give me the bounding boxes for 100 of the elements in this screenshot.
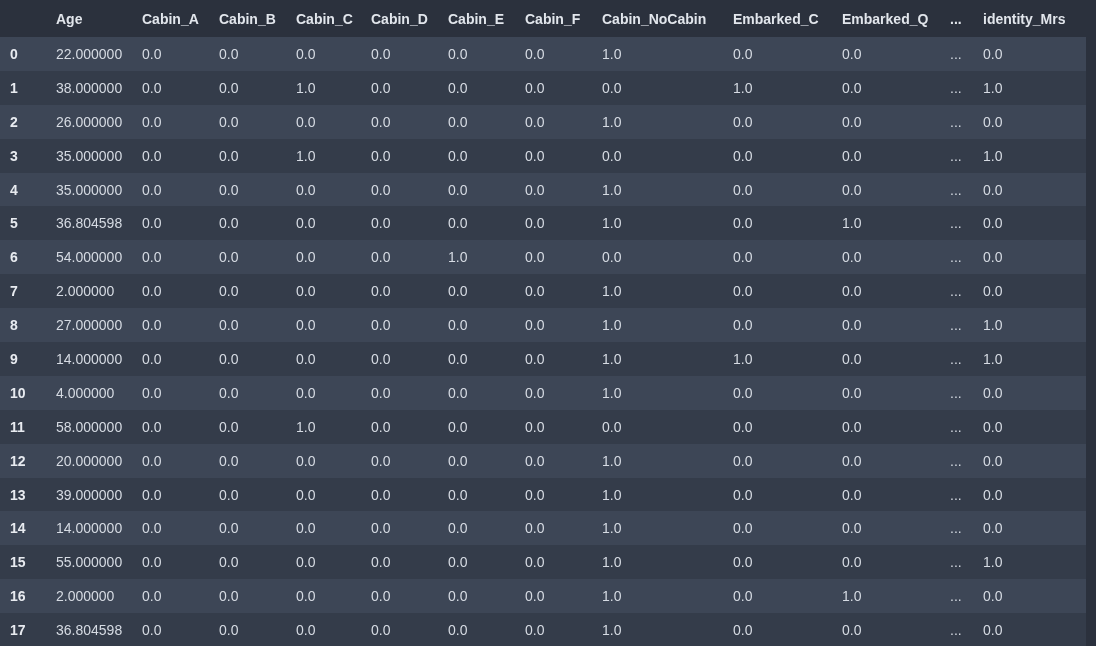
table-cell: ... xyxy=(940,138,973,173)
table-cell: 0.0 xyxy=(132,511,209,546)
table-cell: 0.0 xyxy=(209,613,286,646)
table-cell: 0.0 xyxy=(438,342,515,376)
table-cell: 0.0 xyxy=(209,579,286,614)
table-cell: 0.0 xyxy=(132,138,209,173)
table-cell: 0.0 xyxy=(723,104,832,139)
table-cell: 0.0 xyxy=(209,70,286,105)
table-cell: ... xyxy=(940,613,973,646)
table-cell: 0.0 xyxy=(209,342,286,376)
table-cell: 1.0 xyxy=(286,409,361,444)
table-cell: 0.0 xyxy=(132,375,209,410)
table-cell: 0.0 xyxy=(438,613,515,646)
table-cell: 0.0 xyxy=(361,375,438,410)
table-cell: 0.0 xyxy=(723,37,832,71)
table-cell: 0.0 xyxy=(132,172,209,207)
table-cell: 1.0 xyxy=(592,579,723,614)
table-cell: 0.0 xyxy=(361,342,438,376)
table-cell: 0.0 xyxy=(209,37,286,71)
table-cell: 0.0 xyxy=(723,138,832,173)
table-cell: 0.0 xyxy=(515,613,592,646)
table-cell: 0.0 xyxy=(361,240,438,275)
row-index: 15 xyxy=(0,545,46,580)
table-cell: 0.0 xyxy=(361,579,438,614)
table-cell: ... xyxy=(940,206,973,241)
table-cell: 0.0 xyxy=(973,409,1086,444)
table-cell: ... xyxy=(940,443,973,478)
row-index: 12 xyxy=(0,443,46,478)
table-cell: 0.0 xyxy=(286,511,361,546)
table-cell: 1.0 xyxy=(832,579,940,614)
table-cell: 0.0 xyxy=(438,443,515,478)
table-cell: 0.0 xyxy=(209,545,286,580)
table-cell: 36.804598 xyxy=(46,206,132,241)
table-cell: 0.0 xyxy=(832,240,940,275)
table-cell: 1.0 xyxy=(832,206,940,241)
row-index: 3 xyxy=(0,138,46,173)
table-cell: 0.0 xyxy=(361,138,438,173)
table-cell: 36.804598 xyxy=(46,613,132,646)
table-cell: 0.0 xyxy=(132,274,209,309)
table-cell: 0.0 xyxy=(361,409,438,444)
table-cell: 0.0 xyxy=(973,613,1086,646)
table-cell: 0.0 xyxy=(723,308,832,342)
table-cell: 0.0 xyxy=(132,342,209,376)
table-cell: 0.0 xyxy=(723,511,832,546)
table-cell: 0.0 xyxy=(832,70,940,105)
table-cell: 0.0 xyxy=(286,342,361,376)
table-cell: 0.0 xyxy=(515,138,592,173)
table-cell: 0.0 xyxy=(973,443,1086,478)
table-cell: 1.0 xyxy=(592,308,723,342)
table-cell: 0.0 xyxy=(723,545,832,580)
table-cell: 0.0 xyxy=(361,308,438,342)
table-cell: 0.0 xyxy=(515,545,592,580)
table-cell: 0.0 xyxy=(209,511,286,546)
table-cell: ... xyxy=(940,511,973,546)
table-cell: 1.0 xyxy=(723,70,832,105)
table-cell: 0.0 xyxy=(286,240,361,275)
table-cell: 0.0 xyxy=(832,37,940,71)
table-cell: 0.0 xyxy=(832,375,940,410)
table-cell: 0.0 xyxy=(209,240,286,275)
table-cell: 0.0 xyxy=(209,104,286,139)
table-cell: 0.0 xyxy=(973,579,1086,614)
table-cell: 1.0 xyxy=(973,70,1086,105)
table-cell: 0.0 xyxy=(723,206,832,241)
table-cell: 0.0 xyxy=(515,172,592,207)
table-cell: 0.0 xyxy=(361,206,438,241)
table-cell: 0.0 xyxy=(973,37,1086,71)
table-cell: 0.0 xyxy=(361,545,438,580)
table-cell: 0.0 xyxy=(286,274,361,309)
table-cell: 0.0 xyxy=(209,477,286,512)
table-cell: 0.0 xyxy=(973,104,1086,139)
table-cell: 0.0 xyxy=(361,172,438,207)
table-cell: 1.0 xyxy=(592,443,723,478)
table-cell: 0.0 xyxy=(286,37,361,71)
table-cell: 1.0 xyxy=(973,138,1086,173)
table-cell: 0.0 xyxy=(515,342,592,376)
table-cell: 1.0 xyxy=(286,138,361,173)
table-cell: 0.0 xyxy=(973,274,1086,309)
row-index: 17 xyxy=(0,613,46,646)
row-index: 5 xyxy=(0,206,46,241)
table-cell: 0.0 xyxy=(832,511,940,546)
table-cell: 0.0 xyxy=(286,172,361,207)
table-cell: 0.0 xyxy=(286,613,361,646)
table-cell: 0.0 xyxy=(832,545,940,580)
table-cell: 35.000000 xyxy=(46,172,132,207)
table-cell: 0.0 xyxy=(723,375,832,410)
table-cell: 0.0 xyxy=(438,308,515,342)
table-cell: 0.0 xyxy=(592,138,723,173)
table-cell: 0.0 xyxy=(973,240,1086,275)
table-cell: 0.0 xyxy=(132,206,209,241)
table-cell: 0.0 xyxy=(286,579,361,614)
table-cell: 0.0 xyxy=(132,308,209,342)
table-cell: 1.0 xyxy=(592,274,723,309)
table-cell: 1.0 xyxy=(286,70,361,105)
table-cell: 1.0 xyxy=(973,342,1086,376)
table-cell: 0.0 xyxy=(832,274,940,309)
table-cell: 0.0 xyxy=(209,409,286,444)
table-cell: 0.0 xyxy=(515,274,592,309)
table-cell: 0.0 xyxy=(723,409,832,444)
table-cell: ... xyxy=(940,477,973,512)
table-cell: 0.0 xyxy=(438,70,515,105)
